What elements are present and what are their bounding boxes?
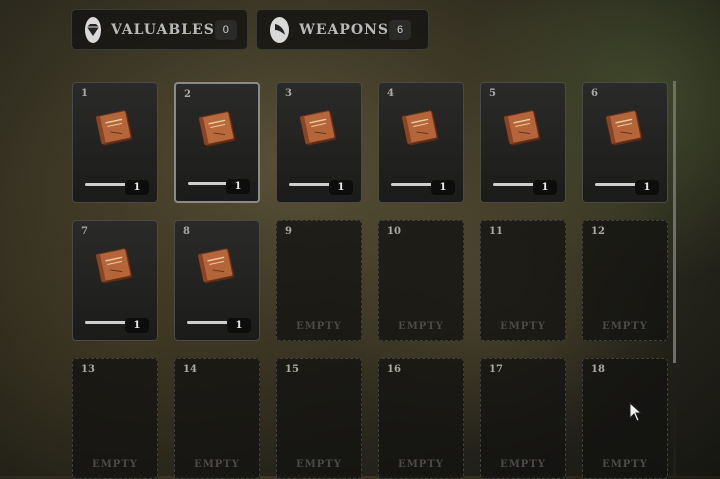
empty-label: EMPTY xyxy=(602,321,648,332)
quantity-badge: 1 xyxy=(227,318,251,333)
slot-number: 6 xyxy=(591,88,598,99)
quantity-badge: 1 xyxy=(125,318,149,333)
slot-number: 16 xyxy=(387,364,401,375)
tab-count: 0 xyxy=(214,19,237,40)
inventory-slot[interactable]: 13 EMPTY xyxy=(72,358,158,479)
inventory-slot[interactable]: 51 xyxy=(480,82,566,203)
slot-number: 10 xyxy=(387,226,401,237)
empty-label: EMPTY xyxy=(398,459,444,470)
empty-label: EMPTY xyxy=(296,321,342,332)
empty-label: EMPTY xyxy=(500,459,546,470)
empty-label: EMPTY xyxy=(398,321,444,332)
slot-number: 12 xyxy=(591,226,605,237)
empty-label: EMPTY xyxy=(500,321,546,332)
slot-number: 18 xyxy=(591,364,605,375)
inventory-slot[interactable]: 11 xyxy=(72,82,158,203)
inventory-slot[interactable]: 17 EMPTY xyxy=(480,358,566,479)
book-icon xyxy=(95,110,133,146)
mouse-cursor-icon xyxy=(629,402,643,422)
blade-icon xyxy=(270,16,290,43)
slot-number: 5 xyxy=(489,88,496,99)
inventory-slot[interactable]: 61 xyxy=(582,82,668,203)
book-icon xyxy=(197,248,235,284)
inventory-slot[interactable]: 18 EMPTY xyxy=(582,358,668,479)
quantity-badge: 1 xyxy=(635,180,659,195)
book-icon xyxy=(198,111,236,147)
slot-number: 2 xyxy=(184,89,191,100)
slot-number: 17 xyxy=(489,364,503,375)
tab-valuables[interactable]: Valuables 0 xyxy=(71,9,248,50)
slot-number: 8 xyxy=(183,226,190,237)
slot-number: 9 xyxy=(285,226,292,237)
inventory-slot[interactable]: 9 EMPTY xyxy=(276,220,362,341)
slot-number: 3 xyxy=(285,88,292,99)
slot-number: 1 xyxy=(81,88,88,99)
empty-label: EMPTY xyxy=(92,459,138,470)
inventory-slot[interactable]: 41 xyxy=(378,82,464,203)
slot-number: 11 xyxy=(489,226,503,237)
quantity-badge: 1 xyxy=(125,180,149,195)
book-icon xyxy=(401,110,439,146)
inventory-slot[interactable]: 81 xyxy=(174,220,260,341)
book-icon xyxy=(605,110,643,146)
inventory-slot[interactable]: 31 xyxy=(276,82,362,203)
tab-label: Weapons xyxy=(299,21,389,38)
slot-number: 15 xyxy=(285,364,299,375)
diamond-icon xyxy=(85,16,101,43)
empty-label: EMPTY xyxy=(602,459,648,470)
inventory-slot[interactable]: 16 EMPTY xyxy=(378,358,464,479)
empty-label: EMPTY xyxy=(296,459,342,470)
scrollbar-thumb[interactable] xyxy=(673,81,676,363)
tab-weapons[interactable]: Weapons 6 xyxy=(256,9,429,50)
quantity-badge: 1 xyxy=(226,179,250,194)
empty-label: EMPTY xyxy=(194,459,240,470)
slot-number: 13 xyxy=(81,364,95,375)
inventory-slot[interactable]: 11 EMPTY xyxy=(480,220,566,341)
inventory-slot[interactable]: 14 EMPTY xyxy=(174,358,260,479)
tab-label: Valuables xyxy=(111,21,215,38)
slot-number: 14 xyxy=(183,364,197,375)
inventory-slot[interactable]: 12 EMPTY xyxy=(582,220,668,341)
inventory-slot[interactable]: 71 xyxy=(72,220,158,341)
quantity-badge: 1 xyxy=(329,180,353,195)
book-icon xyxy=(299,110,337,146)
inventory-slot[interactable]: 10 EMPTY xyxy=(378,220,464,341)
inventory-slot[interactable]: 21 xyxy=(174,82,260,203)
book-icon xyxy=(503,110,541,146)
quantity-badge: 1 xyxy=(431,180,455,195)
quantity-badge: 1 xyxy=(533,180,557,195)
slot-number: 4 xyxy=(387,88,394,99)
slot-number: 7 xyxy=(81,226,88,237)
book-icon xyxy=(95,248,133,284)
inventory-slot[interactable]: 15 EMPTY xyxy=(276,358,362,479)
tab-count: 6 xyxy=(389,19,411,40)
